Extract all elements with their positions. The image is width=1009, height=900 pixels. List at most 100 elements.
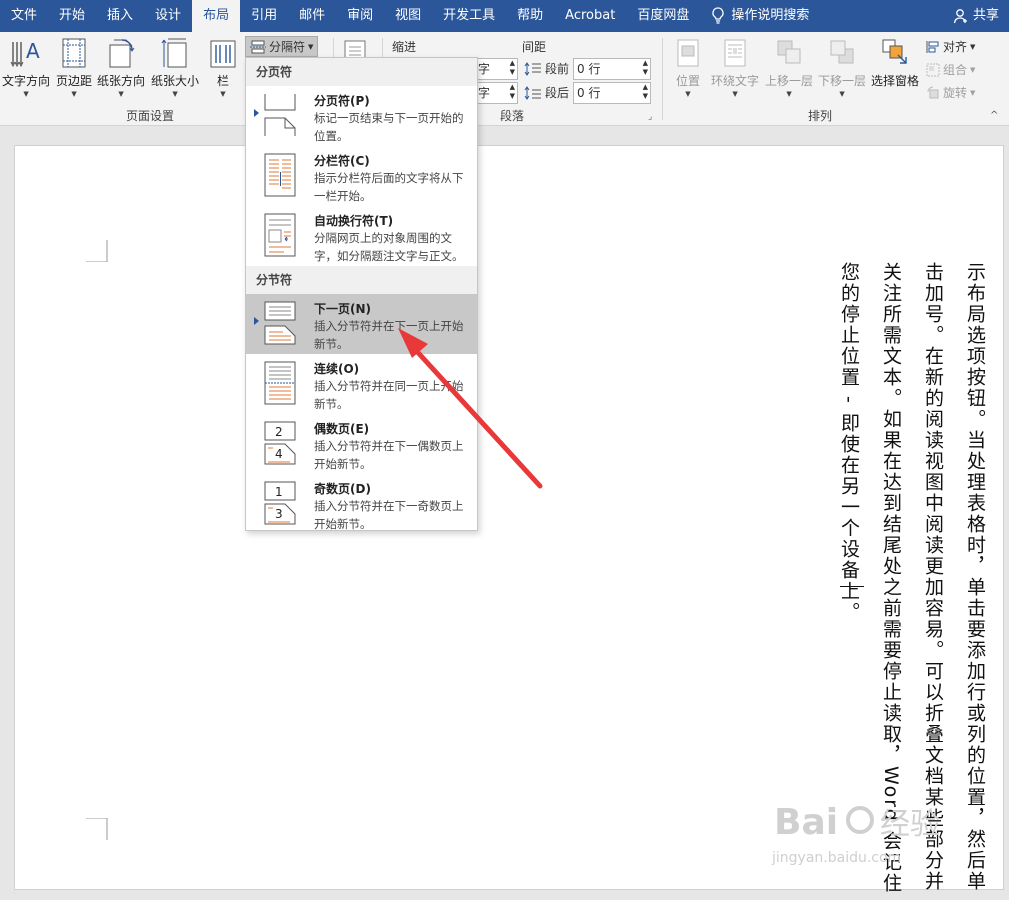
wrap-text-icon — [724, 39, 746, 67]
columns-icon — [210, 40, 236, 68]
indent-left-value: 字 — [478, 62, 491, 76]
even-page-section-break-item[interactable]: 24 偶数页(E) 插入分节符并在下一偶数页上 开始新节。 — [246, 414, 477, 474]
text-cursor — [840, 586, 864, 587]
tab-review[interactable]: 审阅 — [336, 0, 384, 32]
arrange-group-label: 排列 — [807, 109, 832, 123]
item-title: 偶数页(E) — [314, 422, 370, 436]
selection-pane-icon — [882, 39, 907, 64]
group-icon — [926, 63, 940, 76]
rotate-label: 旋转 — [943, 86, 968, 100]
space-after-icon — [524, 85, 541, 100]
orientation-button[interactable]: 纸张方向 ▼ — [97, 34, 145, 98]
paragraph-group-label: 段落 — [499, 109, 524, 123]
send-backward-button[interactable]: 下移一层 ▼ — [818, 34, 866, 98]
margins-button[interactable]: 页边距 ▼ — [56, 34, 92, 98]
ribbon: A 文字方向 ▼ 页边距 ▼ 纸张方向 ▼ 纸张大小 ▼ 栏 ▼ 分隔符 ▼ 页… — [0, 32, 1009, 126]
pointer-triangle-icon — [254, 317, 259, 325]
spacing-heading: 间距 — [522, 40, 547, 54]
tab-home[interactable]: 开始 — [48, 0, 96, 32]
menu-bar: 文件 开始 插入 设计 布局 引用 邮件 审阅 视图 开发工具 帮助 Acrob… — [0, 0, 1009, 32]
document-text-column[interactable]: 您的停止位置 - 即使在另一个设备上。 — [828, 262, 870, 623]
person-icon — [953, 9, 967, 24]
item-desc: 插入分节符并在下一奇数页上 — [314, 499, 464, 513]
indent-left-spinner[interactable]: 字 ▲ ▼ — [474, 58, 518, 80]
column-break-item[interactable]: 分栏符(C) 指示分栏符后面的文字将从下 一栏开始。 — [246, 146, 477, 206]
tab-references[interactable]: 引用 — [240, 0, 288, 32]
item-title: 分栏符(C) — [314, 154, 370, 168]
section-breaks-section-header: 分节符 — [246, 266, 477, 294]
tab-insert[interactable]: 插入 — [96, 0, 144, 32]
item-desc: 分隔网页上的对象周围的文 — [314, 231, 452, 245]
crop-mark-bottom-left — [86, 818, 108, 840]
page-breaks-section-header: 分页符 — [246, 58, 477, 86]
lightbulb-icon — [712, 7, 724, 24]
text-direction-icon: A — [10, 39, 40, 68]
group-button[interactable]: 组合 ▼ — [926, 61, 975, 78]
item-title: 连续(O) — [314, 362, 360, 376]
indent-right-spinner[interactable]: 字 ▲ ▼ — [474, 82, 518, 104]
size-button[interactable]: 纸张大小 ▼ — [151, 34, 199, 98]
selection-pane-label: 选择窗格 — [871, 74, 920, 88]
position-label: 位置 — [675, 74, 700, 88]
tell-me-search[interactable]: 操作说明搜索 — [700, 0, 820, 32]
space-before-label: 段前 — [524, 60, 569, 77]
space-after-value: 0 行 — [577, 86, 601, 100]
item-title: 自动换行符(T) — [314, 214, 394, 228]
next-page-section-break-item[interactable]: 下一页(N) 插入分节符并在下一页上开始 新节。 — [246, 294, 477, 354]
item-desc: 一栏开始。 — [314, 189, 372, 203]
space-after-spinner[interactable]: 0 行 ▲ ▼ — [573, 82, 651, 104]
continuous-break-icon — [264, 361, 296, 405]
text-wrapping-break-item[interactable]: 自动换行符(T) 分隔网页上的对象周围的文 字，如分隔题注文字与正文。 — [246, 206, 477, 266]
page-break-item[interactable]: 分页符(P) 标记一页结束与下一页开始的 位置。 — [246, 86, 477, 146]
margins-icon — [62, 38, 86, 68]
wrap-text-button[interactable]: 环绕文字 ▼ — [711, 34, 759, 98]
indent-heading: 缩进 — [392, 40, 417, 54]
continuous-section-break-item[interactable]: 连续(O) 插入分节符并在同一页上开始 新节。 — [246, 354, 477, 414]
tab-file[interactable]: 文件 — [0, 0, 48, 32]
margins-label: 页边距 — [56, 74, 93, 88]
item-desc: 新节。 — [314, 337, 349, 351]
paragraph-dialog-launcher-icon[interactable]: ⌟ — [648, 112, 652, 122]
tab-design[interactable]: 设计 — [144, 0, 192, 32]
item-desc: 开始新节。 — [314, 517, 372, 531]
item-desc: 新节。 — [314, 397, 349, 411]
share-button[interactable]: 共享 — [953, 0, 999, 32]
next-page-break-icon — [264, 301, 296, 345]
send-backward-icon — [830, 40, 854, 64]
orientation-icon — [109, 39, 135, 68]
position-button[interactable]: 位置 ▼ — [674, 34, 702, 98]
tell-me-label: 操作说明搜索 — [731, 8, 810, 23]
tab-mailings[interactable]: 邮件 — [288, 0, 336, 32]
odd-page-section-break-item[interactable]: 13 奇数页(D) 插入分节符并在下一奇数页上 开始新节。 — [246, 474, 477, 534]
indent-right-value: 字 — [478, 86, 491, 100]
text-direction-button[interactable]: A 文字方向 ▼ — [2, 34, 50, 98]
collapse-ribbon-icon[interactable]: ^ — [990, 110, 998, 121]
align-button[interactable]: 对齐 ▼ — [926, 38, 975, 55]
svg-text:Bai: Bai — [774, 802, 838, 843]
item-desc: 插入分节符并在下一偶数页上 — [314, 439, 464, 453]
tab-developer[interactable]: 开发工具 — [432, 0, 506, 32]
paper-size-icon — [161, 38, 187, 68]
bring-forward-button[interactable]: 上移一层 ▼ — [765, 34, 813, 98]
tab-help[interactable]: 帮助 — [506, 0, 554, 32]
svg-text:经验: 经验 — [880, 807, 940, 842]
tab-acrobat[interactable]: Acrobat — [554, 0, 626, 32]
breaks-button[interactable]: 分隔符 ▼ — [245, 36, 319, 57]
svg-text:4: 4 — [275, 447, 283, 461]
svg-text:A: A — [26, 39, 40, 63]
rotate-button[interactable]: 旋转 ▼ — [926, 84, 975, 101]
space-before-spinner[interactable]: 0 行 ▲ ▼ — [573, 58, 651, 80]
pointer-triangle-icon — [254, 109, 259, 117]
tab-view[interactable]: 视图 — [384, 0, 432, 32]
item-desc: 标记一页结束与下一页开始的 — [314, 111, 464, 125]
tab-layout[interactable]: 布局 — [192, 0, 241, 32]
space-before-value: 0 行 — [577, 62, 601, 76]
share-label: 共享 — [972, 8, 999, 23]
page-break-icon — [264, 94, 296, 136]
text-wrapping-break-icon — [264, 213, 296, 257]
item-title: 分页符(P) — [314, 94, 370, 108]
tab-baidu-netdisk[interactable]: 百度网盘 — [626, 0, 700, 32]
selection-pane-button[interactable]: 选择窗格 — [871, 34, 919, 89]
crop-mark-top-left — [86, 240, 108, 262]
columns-button[interactable]: 栏 ▼ — [208, 34, 238, 98]
